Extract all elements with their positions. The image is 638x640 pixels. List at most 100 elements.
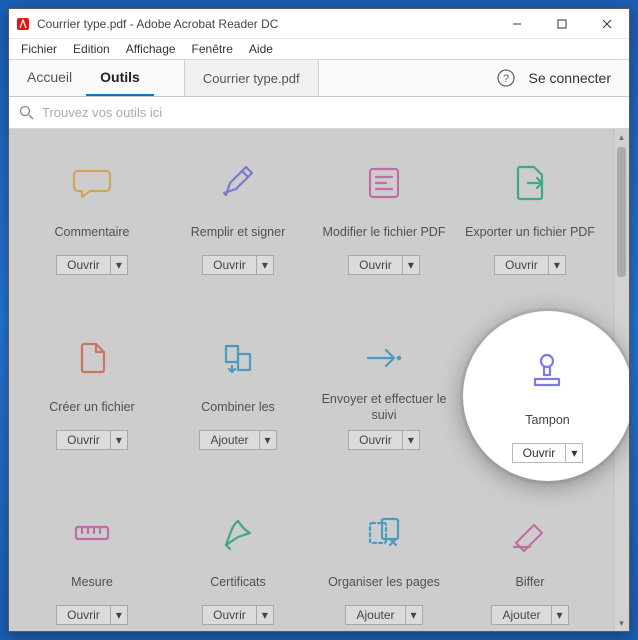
- tool-label: Créer un fichier: [45, 392, 138, 424]
- tool-action-button[interactable]: Ouvrir: [56, 605, 111, 625]
- minimize-button[interactable]: [494, 9, 539, 39]
- spotlight-highlight: Tampon Ouvrir ▾: [463, 311, 630, 481]
- search-bar: [9, 97, 629, 129]
- tool-action-dropdown[interactable]: ▾: [403, 430, 420, 450]
- fill-sign-icon: [214, 159, 262, 207]
- tool-action-button[interactable]: Ouvrir: [202, 605, 257, 625]
- tool-action-group: Ouvrir ▾: [348, 255, 420, 275]
- tool-measure[interactable]: Mesure Ouvrir ▾: [19, 499, 165, 631]
- tool-action-dropdown[interactable]: ▾: [549, 255, 566, 275]
- tool-edit-pdf[interactable]: Modifier le fichier PDF Ouvrir ▾: [311, 149, 457, 314]
- tool-label: Certificats: [206, 567, 270, 599]
- tab-accueil[interactable]: Accueil: [13, 60, 86, 96]
- tool-action-group: Ouvrir ▾: [512, 443, 584, 463]
- tool-fill-sign[interactable]: Remplir et signer Ouvrir ▾: [165, 149, 311, 314]
- menu-fichier[interactable]: Fichier: [15, 41, 63, 57]
- tool-certificates[interactable]: Certificats Ouvrir ▾: [165, 499, 311, 631]
- tool-action-group: Ouvrir ▾: [56, 430, 128, 450]
- tool-action-dropdown[interactable]: ▾: [111, 255, 128, 275]
- tool-action-dropdown[interactable]: ▾: [257, 605, 274, 625]
- tool-comment[interactable]: Commentaire Ouvrir ▾: [19, 149, 165, 314]
- send-track-icon: [360, 334, 408, 382]
- titlebar: Courrier type.pdf - Adobe Acrobat Reader…: [9, 9, 629, 39]
- tool-action-button[interactable]: Ouvrir: [348, 255, 403, 275]
- help-icon[interactable]: ?: [487, 60, 525, 96]
- tool-combine[interactable]: Combiner les Ajouter ▾: [165, 324, 311, 489]
- tool-action-group: Ouvrir ▾: [202, 605, 274, 625]
- tool-action-dropdown[interactable]: ▾: [111, 430, 128, 450]
- redact-icon: [506, 509, 554, 557]
- menu-affichage[interactable]: Affichage: [120, 41, 182, 57]
- tab-document[interactable]: Courrier type.pdf: [184, 60, 319, 96]
- app-window: Courrier type.pdf - Adobe Acrobat Reader…: [8, 8, 630, 632]
- tool-action-button[interactable]: Ajouter: [491, 605, 551, 625]
- signin-link[interactable]: Se connecter: [525, 60, 626, 96]
- search-input[interactable]: [42, 105, 619, 120]
- scroll-down-icon[interactable]: ▾: [614, 615, 629, 631]
- tool-action-group: Ajouter ▾: [345, 605, 422, 625]
- tab-outils[interactable]: Outils: [86, 60, 154, 96]
- tool-organize[interactable]: Organiser les pages Ajouter ▾: [311, 499, 457, 631]
- tool-action-button[interactable]: Ouvrir: [348, 430, 403, 450]
- export-pdf-icon: [506, 159, 554, 207]
- tool-action-dropdown[interactable]: ▾: [257, 255, 274, 275]
- tool-label: Remplir et signer: [187, 217, 289, 249]
- create-pdf-icon: [68, 334, 116, 382]
- measure-icon: [68, 509, 116, 557]
- tool-label: Envoyer et effectuer le suivi: [311, 392, 457, 424]
- tool-label: Biffer: [512, 567, 549, 599]
- tool-action-dropdown[interactable]: ▾: [403, 255, 420, 275]
- tool-action-group: Ajouter ▾: [199, 430, 276, 450]
- tool-label: Organiser les pages: [324, 567, 444, 599]
- tool-redact[interactable]: Biffer Ajouter ▾: [457, 499, 603, 631]
- scroll-thumb[interactable]: [617, 147, 626, 277]
- tool-action-button[interactable]: Ajouter: [199, 430, 259, 450]
- tool-export-pdf[interactable]: Exporter un fichier PDF Ouvrir ▾: [457, 149, 603, 314]
- tool-action-dropdown[interactable]: ▾: [552, 605, 569, 625]
- tool-action-dropdown[interactable]: ▾: [260, 430, 277, 450]
- edit-pdf-icon: [360, 159, 408, 207]
- tool-action-group: Ouvrir ▾: [56, 605, 128, 625]
- menu-aide[interactable]: Aide: [243, 41, 279, 57]
- tool-action-dropdown[interactable]: ▾: [566, 443, 583, 463]
- tool-label: Modifier le fichier PDF: [319, 217, 450, 249]
- tool-label: Mesure: [67, 567, 117, 599]
- menu-fenetre[interactable]: Fenêtre: [186, 41, 239, 57]
- tool-action-button[interactable]: Ajouter: [345, 605, 405, 625]
- tool-action-group: Ouvrir ▾: [202, 255, 274, 275]
- tool-label: Combiner les: [197, 392, 279, 424]
- maximize-button[interactable]: [539, 9, 584, 39]
- tool-action-button[interactable]: Ouvrir: [56, 255, 111, 275]
- combine-icon: [214, 334, 262, 382]
- tool-action-button[interactable]: Ouvrir: [494, 255, 549, 275]
- tool-action-button[interactable]: Ouvrir: [202, 255, 257, 275]
- tool-label: Exporter un fichier PDF: [461, 217, 599, 249]
- tool-action-group: Ouvrir ▾: [56, 255, 128, 275]
- tool-action-dropdown[interactable]: ▾: [111, 605, 128, 625]
- tool-action-button[interactable]: Ouvrir: [512, 443, 567, 463]
- tool-action-button[interactable]: Ouvrir: [56, 430, 111, 450]
- search-icon: [19, 105, 34, 120]
- tool-label: Commentaire: [50, 217, 133, 249]
- menu-edition[interactable]: Edition: [67, 41, 116, 57]
- window-title: Courrier type.pdf - Adobe Acrobat Reader…: [37, 17, 278, 31]
- menubar: Fichier Edition Affichage Fenêtre Aide: [9, 39, 629, 59]
- stamp-icon: [523, 347, 571, 395]
- close-button[interactable]: [584, 9, 629, 39]
- tool-create-pdf[interactable]: Créer un fichier Ouvrir ▾: [19, 324, 165, 489]
- svg-text:?: ?: [502, 73, 508, 85]
- tool-action-dropdown[interactable]: ▾: [406, 605, 423, 625]
- tool-action-group: Ouvrir ▾: [494, 255, 566, 275]
- comment-icon: [68, 159, 116, 207]
- tool-stamp[interactable]: Tampon Ouvrir ▾: [512, 329, 584, 463]
- tools-panel: Commentaire Ouvrir ▾ Remplir et signer O…: [9, 129, 629, 631]
- certificates-icon: [214, 509, 262, 557]
- organize-icon: [360, 509, 408, 557]
- tool-send-track[interactable]: Envoyer et effectuer le suivi Ouvrir ▾: [311, 324, 457, 489]
- main-toolbar: Accueil Outils Courrier type.pdf ? Se co…: [9, 59, 629, 97]
- tool-label: Tampon: [521, 405, 573, 437]
- scroll-up-icon[interactable]: ▴: [614, 129, 629, 145]
- tool-action-group: Ouvrir ▾: [348, 430, 420, 450]
- tool-action-group: Ajouter ▾: [491, 605, 568, 625]
- acrobat-app-icon: [15, 16, 31, 32]
